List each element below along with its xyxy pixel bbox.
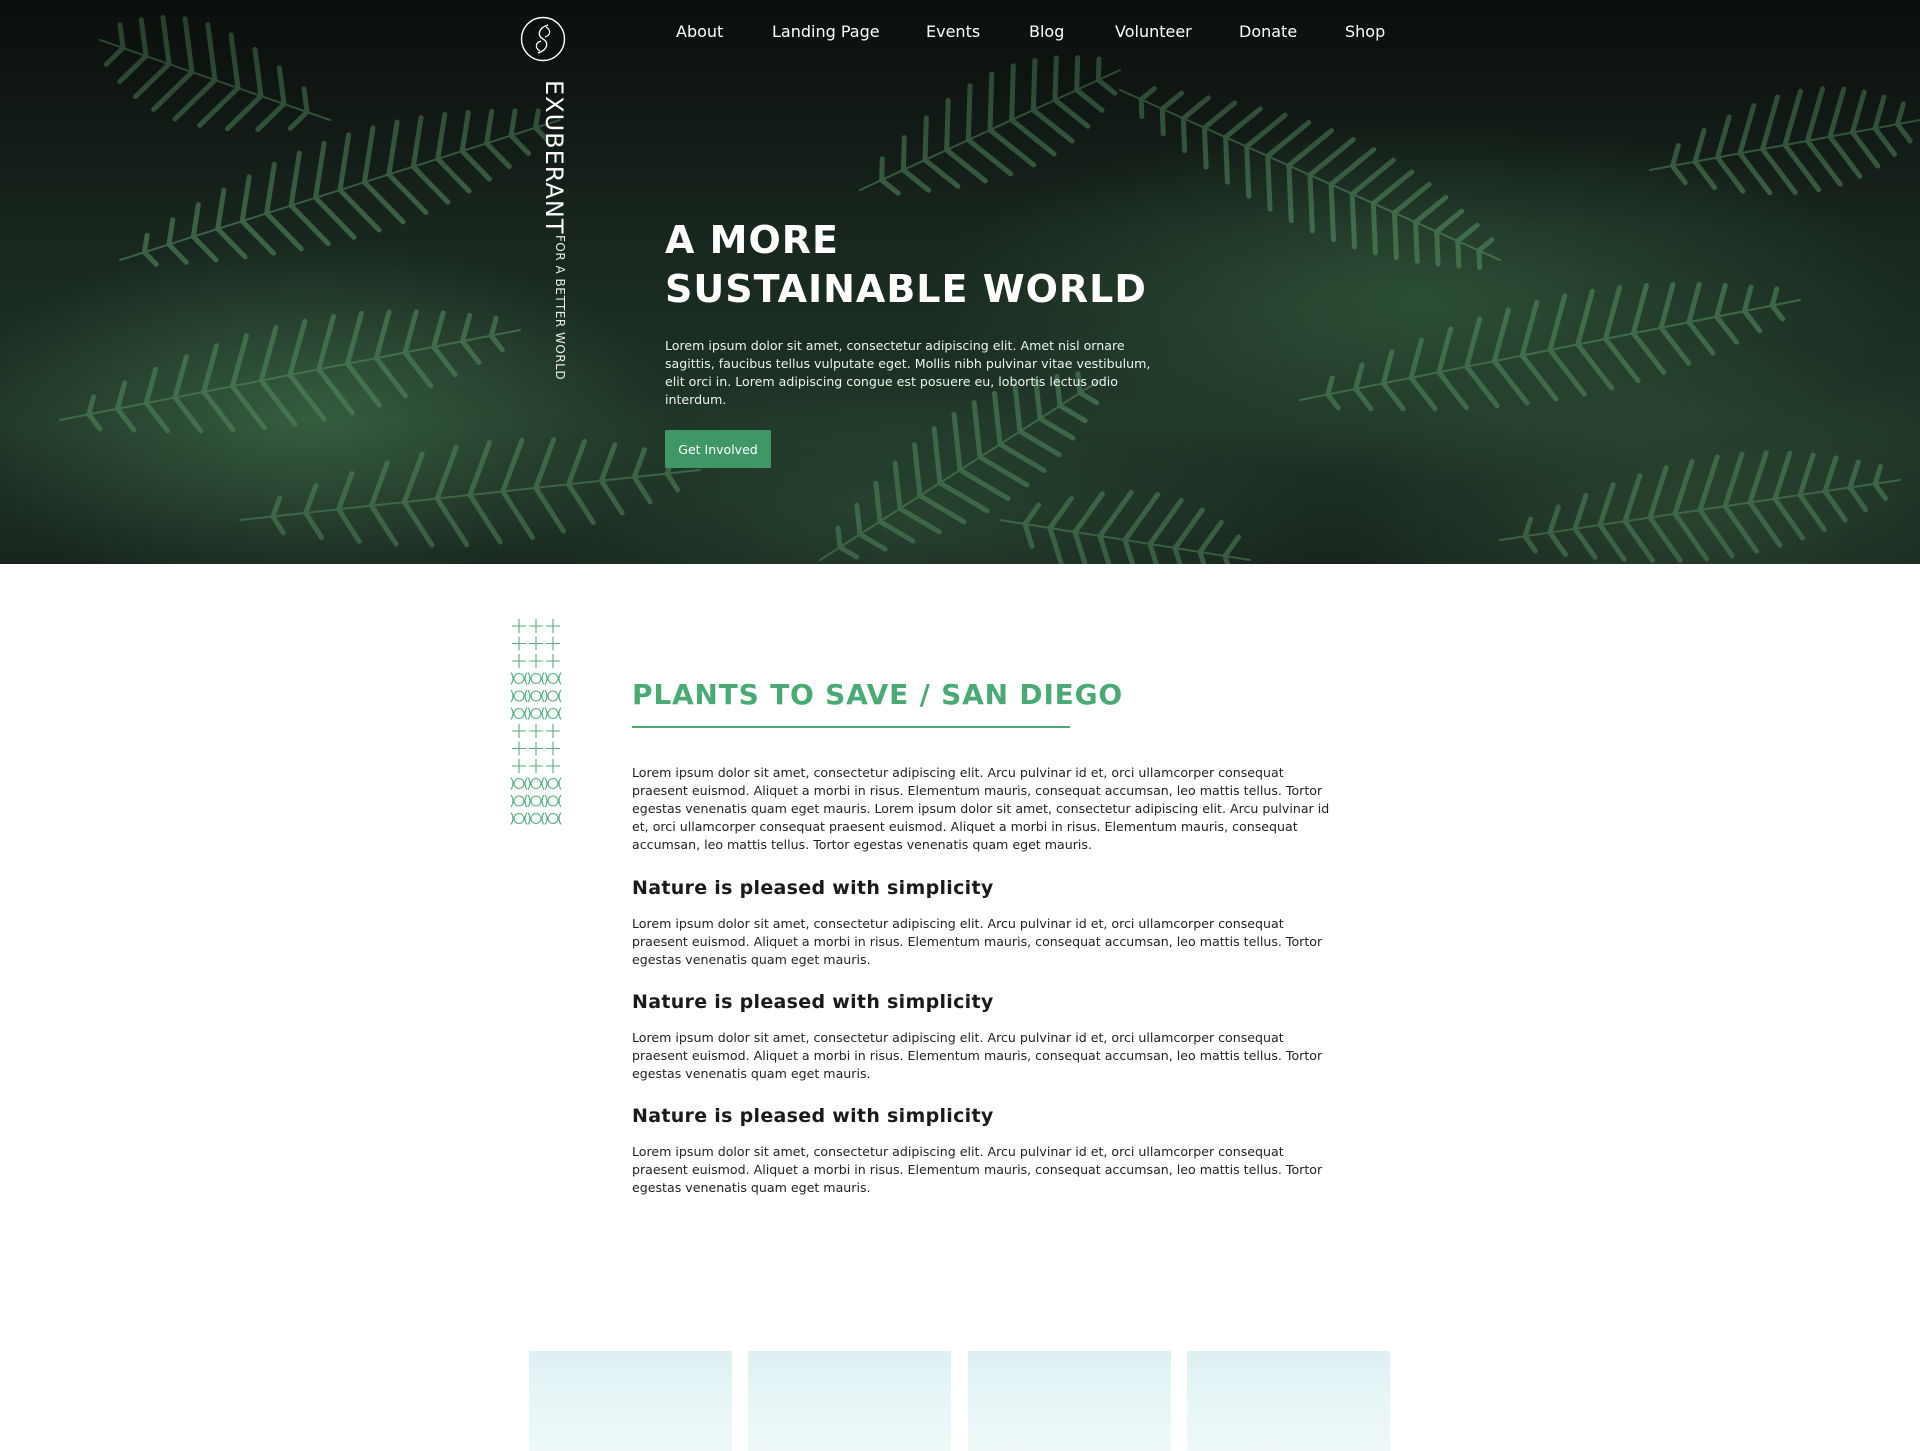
brand-name: EXUBERANT	[540, 80, 568, 235]
section-paragraph-3: Lorem ipsum dolor sit amet, consectetur …	[632, 1144, 1323, 1195]
section-title: PLANTS TO SAVE / SAN DIEGO	[632, 678, 1123, 711]
image-card[interactable]	[529, 1351, 732, 1451]
section-intro-text: Lorem ipsum dolor sit amet, consectetur …	[632, 765, 1330, 852]
get-involved-button[interactable]: Get Involved	[665, 430, 771, 468]
section-subheading-1: Nature is pleased with simplicity	[632, 877, 994, 899]
nav-item-events[interactable]: Events	[926, 22, 980, 41]
brand-logo[interactable]: EXUBERANT FOR A BETTER WORLD	[540, 80, 568, 380]
image-card[interactable]	[968, 1351, 1171, 1451]
section-paragraph-2: Lorem ipsum dolor sit amet, consectetur …	[632, 1030, 1323, 1081]
hero-title-line-1: A MORE	[665, 218, 839, 262]
image-card[interactable]	[1187, 1351, 1390, 1451]
section-subheading-2: Nature is pleased with simplicity	[632, 991, 994, 1013]
nav-item-blog[interactable]: Blog	[1029, 22, 1064, 41]
section-paragraph-1: Lorem ipsum dolor sit amet, consectetur …	[632, 916, 1323, 967]
nav-item-volunteer[interactable]: Volunteer	[1115, 22, 1192, 41]
leaf-circle-icon[interactable]	[520, 16, 566, 62]
hero-title: A MORE SUSTAINABLE WORLD	[665, 216, 1147, 314]
nav-item-about[interactable]: About	[676, 22, 723, 41]
section-title-underline	[632, 726, 1070, 728]
nav-item-donate[interactable]: Donate	[1239, 22, 1297, 41]
nav-item-shop[interactable]: Shop	[1345, 22, 1385, 41]
image-card[interactable]	[748, 1351, 951, 1451]
brand-tagline: FOR A BETTER WORLD	[553, 234, 567, 380]
hero-title-line-2: SUSTAINABLE WORLD	[665, 267, 1147, 311]
botanical-pattern-icon	[510, 619, 562, 825]
section-subheading-3: Nature is pleased with simplicity	[632, 1105, 994, 1127]
hero-section: EXUBERANT FOR A BETTER WORLD About Landi…	[0, 0, 1920, 564]
nav-item-landing-page[interactable]: Landing Page	[772, 22, 880, 41]
hero-description: Lorem ipsum dolor sit amet, consectetur …	[665, 338, 1151, 407]
